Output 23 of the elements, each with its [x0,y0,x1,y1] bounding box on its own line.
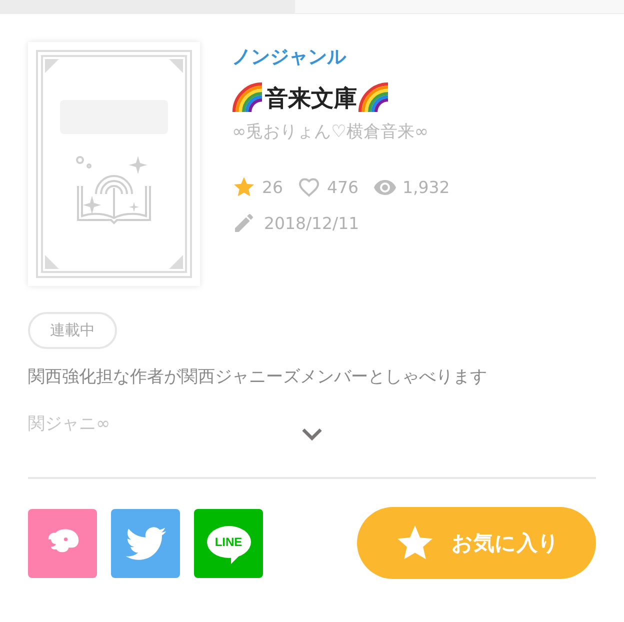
favorite-button[interactable]: お気に入り [357,507,596,579]
rainbow-icon [232,82,264,114]
rainbow-icon [358,82,390,114]
line-logo: LINE [206,526,250,564]
share-button[interactable] [28,508,97,578]
eye-count: 1,932 [402,178,450,196]
line-share-button[interactable]: LINE [194,508,263,578]
corner-ornament [169,59,183,73]
heart-count: 476 [327,178,358,196]
genre-link[interactable]: ノンジャンル [232,44,346,70]
work-title: 音来文庫 [264,84,358,114]
share-button[interactable] [111,508,180,578]
update-date: 2018/12/11 [264,214,360,232]
status-tag: 連載中 [28,312,117,349]
description-text: 関ジャニ∞ [28,413,110,435]
description-text: 関西強化担な作者が関西ジャニーズメンバーとしゃべります [28,366,487,388]
star-count: 26 [262,178,283,196]
pencil-icon [232,211,256,235]
author-link[interactable]: ∞兎おりょん♡横倉音来∞ [232,120,429,143]
corner-ornament [45,59,59,73]
corner-ornament [169,255,183,269]
star-icon [232,175,256,199]
corner-ornament [45,255,59,269]
